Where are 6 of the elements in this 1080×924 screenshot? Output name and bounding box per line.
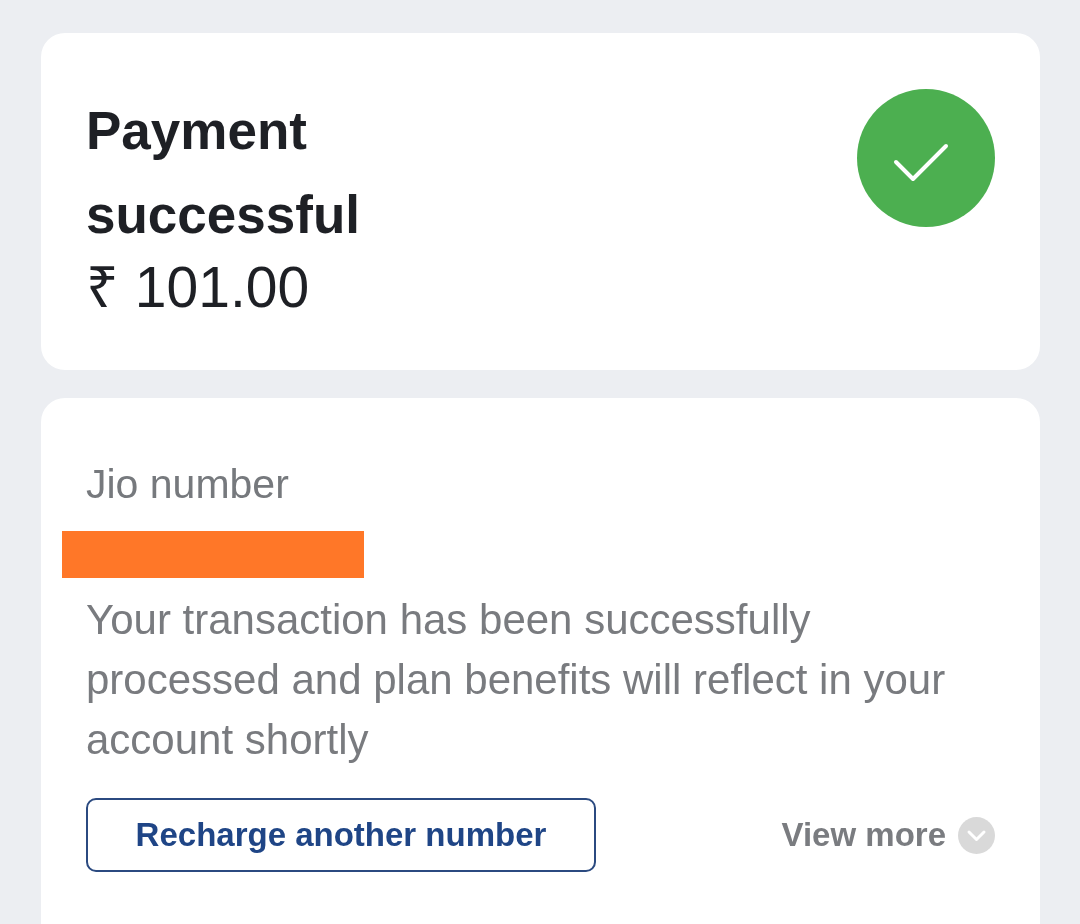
payment-title: Payment successful (86, 100, 361, 246)
recharge-button[interactable]: Recharge another number (86, 798, 596, 872)
status-message: Your transaction has been successfully processed and plan benefits will reflect in your account shortly (86, 595, 947, 765)
number-label: Jio number (86, 460, 289, 509)
amount-text: ₹ 101.00 (86, 257, 311, 317)
view-more-button[interactable]: View more (781, 816, 995, 854)
